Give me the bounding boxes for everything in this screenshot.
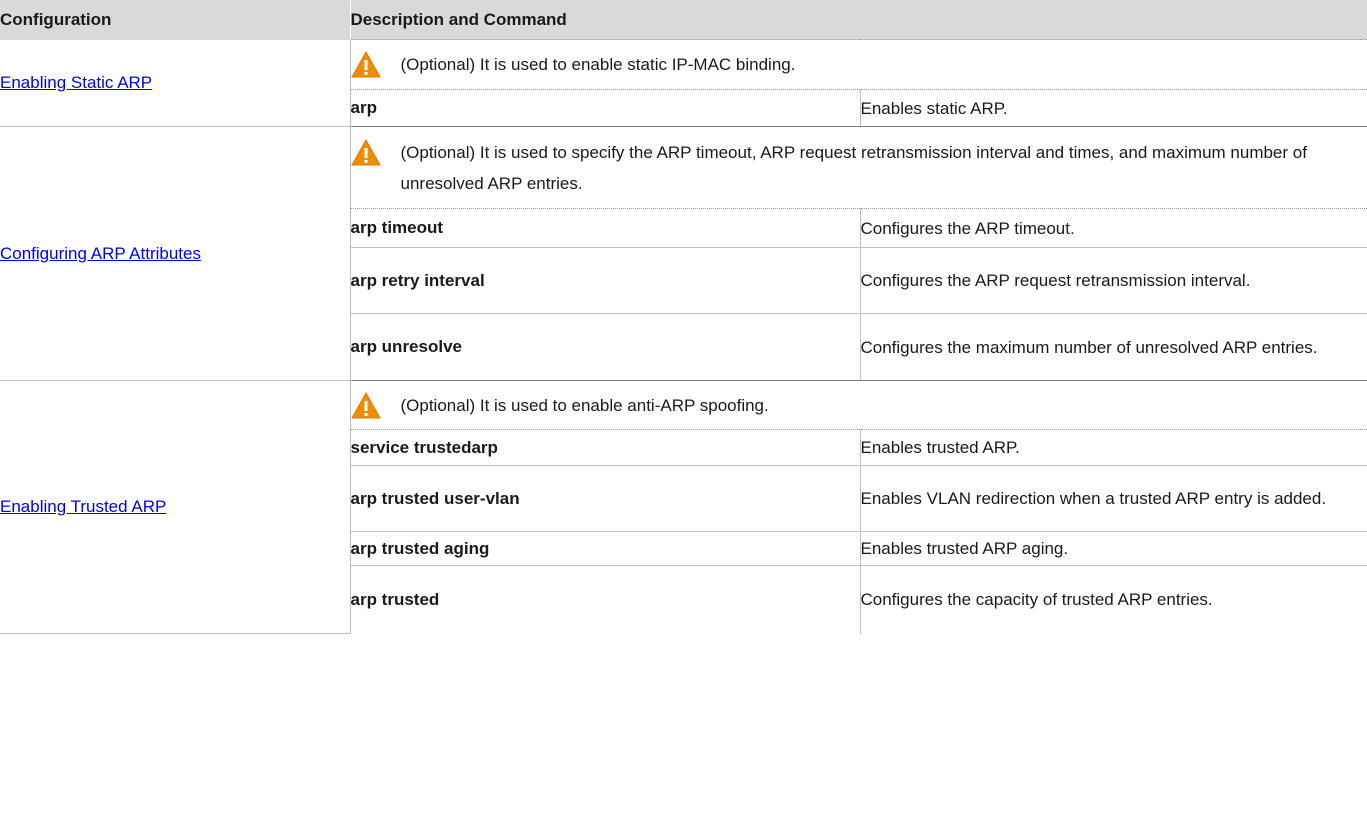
note-text: (Optional) It is used to enable anti-ARP… [400, 395, 769, 415]
header-description: Description and Command [349, 0, 1367, 40]
note-row: Enabling Trusted ARP (Optional) It is us… [0, 380, 1367, 634]
config-cell: Enabling Static ARP [0, 39, 351, 127]
description-cell: Enables trusted ARP aging. [860, 531, 1367, 566]
description-cell: Enables trusted ARP. [860, 429, 1367, 466]
config-cell: Configuring ARP Attributes [0, 126, 351, 381]
note-cell: (Optional) It is used to enable static I… [350, 39, 1367, 90]
link-configuring-arp-attributes[interactable]: Configuring ARP Attributes [0, 244, 201, 263]
note-row: Configuring ARP Attributes (Optional) It… [0, 126, 1367, 381]
description-cell: Configures the ARP timeout. [860, 208, 1367, 248]
configuration-table: Configuration Description and Command En… [0, 0, 1367, 634]
description-cell: Enables static ARP. [860, 89, 1367, 127]
header-row: Configuration Description and Command [0, 0, 1367, 40]
description-cell: Configures the maximum number of unresol… [860, 313, 1367, 381]
description-cell: Configures the ARP request retransmissio… [860, 247, 1367, 314]
note-cell: (Optional) It is used to enable anti-ARP… [350, 380, 1367, 430]
command-cell: arp unresolve [350, 313, 861, 381]
note-text: (Optional) It is used to enable static I… [400, 55, 796, 74]
note-cell: (Optional) It is used to specify the ARP… [350, 126, 1367, 209]
warning-triangle-icon [350, 137, 387, 168]
config-cell: Enabling Trusted ARP [0, 380, 351, 634]
command-cell: arp trusted user-vlan [350, 465, 861, 532]
note-row: Enabling Static ARP (Optional) It is use… [0, 39, 1367, 127]
command-cell: arp timeout [350, 208, 861, 248]
header-configuration: Configuration [0, 0, 350, 40]
command-cell: service trustedarp [350, 429, 861, 466]
link-enabling-static-arp[interactable]: Enabling Static ARP [0, 73, 152, 92]
note-text: (Optional) It is used to specify the ARP… [400, 142, 1307, 193]
command-cell: arp retry interval [350, 247, 861, 314]
command-cell: arp trusted [350, 565, 861, 634]
link-enabling-trusted-arp[interactable]: Enabling Trusted ARP [0, 497, 166, 516]
warning-triangle-icon [350, 49, 387, 80]
command-cell: arp [350, 89, 861, 127]
command-cell: arp trusted aging [350, 531, 861, 566]
warning-triangle-icon [350, 390, 387, 421]
description-cell: Configures the capacity of trusted ARP e… [860, 590, 1213, 610]
description-cell: Enables VLAN redirection when a trusted … [860, 465, 1367, 532]
